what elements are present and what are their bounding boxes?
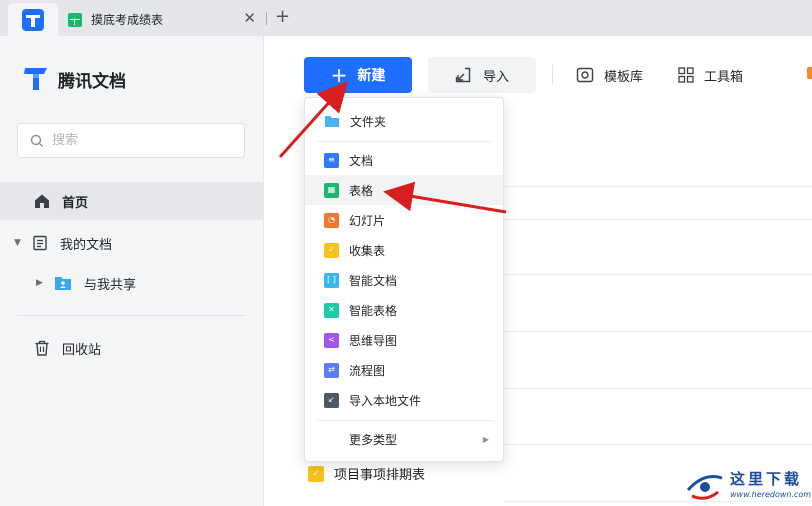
menu-item-label: 流程图 xyxy=(349,363,386,378)
app-home-tab[interactable] xyxy=(8,3,58,36)
menu-item-more-types[interactable]: 更多类型 ▶ xyxy=(305,424,503,454)
tab-document[interactable]: 摸底考成绩表 ✕ xyxy=(58,3,264,36)
menu-item-smart-sheet[interactable]: ✕ 智能表格 xyxy=(305,295,503,325)
sheet-icon xyxy=(68,12,82,27)
chevron-right-icon: ▶ xyxy=(482,434,489,444)
sidebar-item-shared[interactable]: ▶ 与我共享 xyxy=(0,264,264,302)
doc-icon: ≡ xyxy=(324,152,339,168)
sidebar-item-label: 与我共享 xyxy=(84,277,137,293)
grid-icon xyxy=(678,67,694,83)
menu-divider xyxy=(317,420,493,421)
templates-button-label: 模板库 xyxy=(604,69,644,85)
menu-item-folder[interactable]: 文件夹 xyxy=(305,106,503,136)
menu-item-label: 文件夹 xyxy=(350,114,387,129)
menu-item-label: 表格 xyxy=(349,183,374,198)
sidebar-item-trash[interactable]: 回收站 xyxy=(0,329,264,367)
home-icon xyxy=(35,194,49,208)
sidebar-item-label: 回收站 xyxy=(62,342,102,358)
sidebar-item-my-docs[interactable]: ▼ 我的文档 xyxy=(0,224,264,262)
row-divider xyxy=(504,388,812,389)
close-tab-icon[interactable]: ✕ xyxy=(243,9,256,27)
menu-item-label: 导入本地文件 xyxy=(349,393,422,408)
toolbox-button-label: 工具箱 xyxy=(704,69,744,85)
mindmap-icon: < xyxy=(324,332,339,348)
menu-item-label: 思维导图 xyxy=(349,333,398,348)
form-icon: ✓ xyxy=(308,465,324,482)
menu-item-label: 智能表格 xyxy=(349,303,398,318)
row-divider xyxy=(504,331,812,332)
new-button-label: 新建 xyxy=(357,68,386,84)
new-button[interactable]: + 新建 xyxy=(304,57,412,93)
watermark: 这里下载 www.heredown.com xyxy=(684,468,812,504)
brand-name: 腾讯文档 xyxy=(58,71,126,92)
new-tab-icon[interactable]: + xyxy=(275,6,290,27)
search-input[interactable] xyxy=(52,133,222,148)
menu-item-doc[interactable]: ≡ 文档 xyxy=(305,145,503,175)
menu-item-label: 文档 xyxy=(349,153,374,168)
watermark-text: 这里下载 xyxy=(730,470,803,488)
sidebar: 腾讯文档 首页 ▼ 我的文档 ▶ 与我共享 xyxy=(0,36,264,506)
slides-icon: ◔ xyxy=(324,212,339,228)
menu-item-sheet[interactable]: ▦ 表格 xyxy=(305,175,503,205)
sheet-icon: ▦ xyxy=(324,182,339,198)
caret-right-icon[interactable]: ▶ xyxy=(36,278,48,288)
tab-title: 摸底考成绩表 xyxy=(91,13,164,27)
row-divider xyxy=(504,219,812,220)
form-icon: ✓ xyxy=(324,242,339,258)
my-docs-icon xyxy=(33,235,47,251)
import-button[interactable]: 导入 xyxy=(428,57,536,93)
menu-item-slides[interactable]: ◔ 幻灯片 xyxy=(305,205,503,235)
row-divider xyxy=(504,274,812,275)
shared-folder-icon xyxy=(55,277,71,290)
caret-down-icon[interactable]: ▼ xyxy=(14,238,26,248)
import-local-icon: ↙ xyxy=(324,392,339,408)
tencent-docs-logo-icon xyxy=(22,8,44,31)
list-item[interactable]: ✓ 项目事项排期表 xyxy=(308,464,425,483)
watermark-url: www.heredown.com xyxy=(730,490,812,499)
smart-doc-icon: [ ] xyxy=(324,272,339,288)
search-icon xyxy=(30,134,43,147)
sidebar-item-label: 我的文档 xyxy=(60,237,113,253)
row-divider xyxy=(504,186,812,187)
menu-item-smart-doc[interactable]: [ ] 智能文档 xyxy=(305,265,503,295)
menu-item-flowchart[interactable]: ⇄ 流程图 xyxy=(305,355,503,385)
menu-item-form[interactable]: ✓ 收集表 xyxy=(305,235,503,265)
plus-icon: + xyxy=(330,63,348,87)
template-icon xyxy=(576,67,594,83)
menu-divider xyxy=(317,141,493,142)
menu-item-label: 更多类型 xyxy=(349,432,398,447)
menu-item-label: 幻灯片 xyxy=(349,213,386,228)
tab-divider xyxy=(266,12,267,25)
toolbar-divider xyxy=(552,65,553,85)
search-box[interactable] xyxy=(17,123,245,158)
list-item-title: 项目事项排期表 xyxy=(334,468,426,483)
row-divider xyxy=(504,444,812,445)
sidebar-divider xyxy=(17,315,245,316)
templates-button[interactable]: 模板库 xyxy=(576,57,643,93)
import-icon xyxy=(455,67,471,83)
folder-icon xyxy=(325,116,339,127)
menu-item-import-local[interactable]: ↙ 导入本地文件 xyxy=(305,385,503,415)
import-button-label: 导入 xyxy=(482,69,509,85)
sidebar-item-label: 首页 xyxy=(62,195,89,211)
tencent-docs-logo-icon xyxy=(24,68,47,90)
partial-icon xyxy=(807,67,812,79)
sidebar-item-home[interactable]: 首页 xyxy=(0,182,264,220)
new-dropdown-menu: 文件夹 ≡ 文档 ▦ 表格 ◔ 幻灯片 ✓ 收集表 [ ] 智能文档 ✕ 智能表… xyxy=(304,97,504,462)
smart-sheet-icon: ✕ xyxy=(324,302,339,318)
flowchart-icon: ⇄ xyxy=(324,362,339,378)
watermark-logo-icon xyxy=(686,475,723,500)
menu-item-label: 收集表 xyxy=(349,243,386,258)
trash-icon xyxy=(35,340,49,356)
brand: 腾讯文档 xyxy=(22,66,126,92)
menu-item-label: 智能文档 xyxy=(349,273,398,288)
menu-item-mindmap[interactable]: < 思维导图 xyxy=(305,325,503,355)
toolbox-button[interactable]: 工具箱 xyxy=(678,57,743,93)
tab-bar: 摸底考成绩表 ✕ + xyxy=(0,0,812,36)
